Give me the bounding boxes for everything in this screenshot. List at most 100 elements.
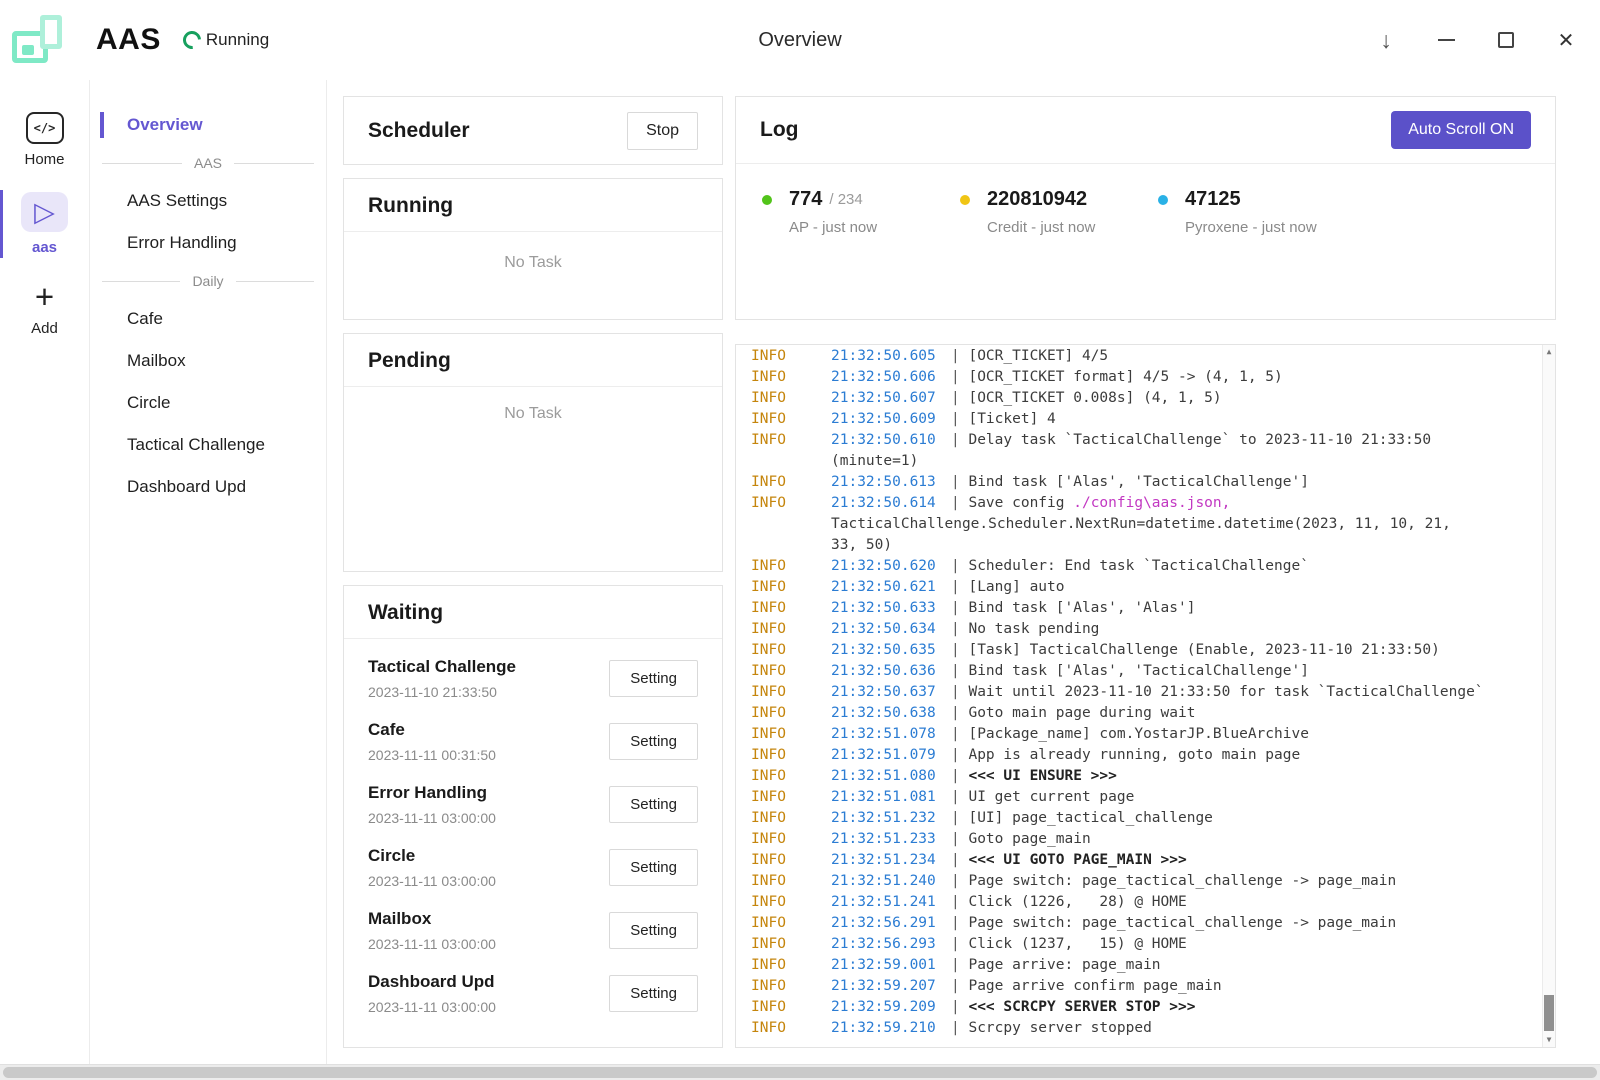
log-message: [Task] TacticalChallenge (Enable, 2023-1… bbox=[968, 642, 1439, 658]
log-level: INFO bbox=[751, 976, 831, 997]
log-level: INFO bbox=[751, 367, 831, 388]
log-scrollbar[interactable]: ▲ ▼ bbox=[1542, 345, 1555, 1047]
log-separator: | bbox=[951, 726, 968, 742]
log-level: INFO bbox=[751, 661, 831, 682]
log-scrollbar-thumb[interactable] bbox=[1544, 995, 1554, 1031]
log-separator: | bbox=[951, 705, 968, 721]
log-time: 21:32:50.636 bbox=[831, 661, 951, 682]
sidebar-item-aas-settings[interactable]: AAS Settings bbox=[90, 180, 326, 222]
stat-label: Credit - just now bbox=[987, 219, 1158, 236]
scheduler-title: Scheduler bbox=[368, 119, 470, 143]
rail-item-add[interactable]: + Add bbox=[0, 268, 89, 349]
pending-card: Pending No Task bbox=[343, 333, 723, 572]
waiting-list: Tactical Challenge 2023-11-10 21:33:50 S… bbox=[344, 639, 722, 1033]
log-separator: | bbox=[951, 390, 968, 406]
close-button[interactable]: ✕ bbox=[1554, 28, 1578, 52]
log-card: Log Auto Scroll ON 774 / 234 AP - just n… bbox=[735, 96, 1556, 320]
stat-dot bbox=[762, 195, 772, 205]
log-time: 21:32:51.240 bbox=[831, 871, 951, 892]
sidebar-item-cafe[interactable]: Cafe bbox=[90, 298, 326, 340]
log-message: Click (1226, 28) @ HOME bbox=[968, 894, 1186, 910]
waiting-task-row: Cafe 2023-11-11 00:31:50 Setting bbox=[368, 710, 698, 773]
log-separator: | bbox=[951, 978, 968, 994]
log-message: Goto main page during wait bbox=[968, 705, 1195, 721]
log-time: 21:32:51.241 bbox=[831, 892, 951, 913]
scroll-down-icon[interactable]: ▼ bbox=[1543, 1033, 1555, 1047]
auto-scroll-button[interactable]: Auto Scroll ON bbox=[1391, 111, 1531, 149]
log-time: 21:32:50.614 bbox=[831, 493, 951, 514]
pending-title: Pending bbox=[368, 349, 698, 373]
rail-item-add-label: Add bbox=[31, 320, 58, 337]
sidebar-item-dashboard-upd[interactable]: Dashboard Upd bbox=[90, 466, 326, 508]
log-separator: | bbox=[951, 663, 968, 679]
scroll-up-icon[interactable]: ▲ bbox=[1543, 345, 1555, 359]
sidebar-item-mailbox[interactable]: Mailbox bbox=[90, 340, 326, 382]
sidebar-item-circle[interactable]: Circle bbox=[90, 382, 326, 424]
waiting-task-name: Error Handling bbox=[368, 783, 496, 803]
minimize-icon bbox=[1438, 39, 1455, 41]
running-spinner-icon bbox=[179, 27, 204, 52]
waiting-task-setting-button[interactable]: Setting bbox=[609, 786, 698, 823]
content: Scheduler Stop Running No Task Pending N… bbox=[327, 80, 1600, 1064]
log-level: INFO bbox=[751, 808, 831, 829]
log-line: INFO21:32:51.078| [Package_name] com.Yos… bbox=[751, 724, 1525, 745]
minimize-button[interactable] bbox=[1434, 28, 1458, 52]
log-time: 21:32:50.605 bbox=[831, 346, 951, 367]
stat-value: 220810942 bbox=[987, 188, 1087, 211]
log-separator: | bbox=[951, 873, 968, 889]
stat-label: AP - just now bbox=[789, 219, 960, 236]
log-message: [OCR_TICKET] 4/5 bbox=[968, 348, 1108, 364]
waiting-task-setting-button[interactable]: Setting bbox=[609, 975, 698, 1012]
log-separator: | bbox=[951, 684, 968, 700]
log-time: 21:32:50.635 bbox=[831, 640, 951, 661]
log-line: INFO21:32:51.081| UI get current page bbox=[751, 787, 1525, 808]
running-empty-text: No Task bbox=[344, 232, 722, 272]
waiting-task-setting-button[interactable]: Setting bbox=[609, 723, 698, 760]
log-message: Page arrive confirm page_main bbox=[968, 978, 1221, 994]
waiting-task-name: Mailbox bbox=[368, 909, 496, 929]
log-time: 21:32:51.232 bbox=[831, 808, 951, 829]
log-separator: | bbox=[951, 600, 968, 616]
log-message: [UI] page_tactical_challenge bbox=[968, 810, 1212, 826]
log-stats: 774 / 234 AP - just now 220810942 Credit… bbox=[736, 164, 1555, 236]
rail-item-aas-label: aas bbox=[32, 239, 57, 256]
waiting-task-setting-button[interactable]: Setting bbox=[609, 849, 698, 886]
log-time: 21:32:50.633 bbox=[831, 598, 951, 619]
sidebar-item-label: Mailbox bbox=[127, 351, 186, 370]
log-separator: | bbox=[951, 831, 968, 847]
sidebar-item-overview[interactable]: Overview bbox=[90, 104, 326, 146]
log-level: INFO bbox=[751, 472, 831, 493]
sidebar-item-error-handling[interactable]: Error Handling bbox=[90, 222, 326, 264]
nav-rail: </> Home ▷ aas + Add bbox=[0, 80, 90, 1064]
waiting-task-time: 2023-11-10 21:33:50 bbox=[368, 684, 516, 700]
log-time: 21:32:56.291 bbox=[831, 913, 951, 934]
log-title: Log bbox=[760, 118, 798, 142]
waiting-task-row: Error Handling 2023-11-11 03:00:00 Setti… bbox=[368, 773, 698, 836]
log-level: INFO bbox=[751, 346, 831, 367]
window-controls: ↓ ✕ bbox=[1374, 0, 1578, 80]
scheduler-stop-button[interactable]: Stop bbox=[627, 112, 698, 150]
waiting-task-time: 2023-11-11 00:31:50 bbox=[368, 747, 496, 763]
waiting-task-row: Dashboard Upd 2023-11-11 03:00:00 Settin… bbox=[368, 962, 698, 1025]
log-level: INFO bbox=[751, 892, 831, 913]
log-separator: | bbox=[951, 747, 968, 763]
log-time: 21:32:50.638 bbox=[831, 703, 951, 724]
rail-item-aas[interactable]: ▷ aas bbox=[0, 180, 89, 268]
waiting-task-setting-button[interactable]: Setting bbox=[609, 912, 698, 949]
log-separator: | bbox=[951, 957, 968, 973]
rail-item-home[interactable]: </> Home bbox=[0, 100, 89, 180]
log-time: 21:32:50.609 bbox=[831, 409, 951, 430]
log-message: <<< UI ENSURE >>> bbox=[968, 768, 1116, 784]
log-separator: | bbox=[951, 432, 968, 448]
log-line: INFO21:32:56.293| Click (1237, 15) @ HOM… bbox=[751, 934, 1525, 955]
code-icon: </> bbox=[26, 112, 64, 144]
horizontal-scrollbar[interactable] bbox=[0, 1064, 1600, 1080]
sidebar-section-divider: Daily bbox=[102, 273, 314, 289]
log-time: 21:32:50.637 bbox=[831, 682, 951, 703]
maximize-button[interactable] bbox=[1494, 28, 1518, 52]
waiting-task-setting-button[interactable]: Setting bbox=[609, 660, 698, 697]
download-button[interactable]: ↓ bbox=[1374, 28, 1398, 52]
horizontal-scrollbar-thumb[interactable] bbox=[3, 1067, 1597, 1078]
log-line: INFO21:32:51.080| <<< UI ENSURE >>> bbox=[751, 766, 1525, 787]
sidebar-item-tactical-challenge[interactable]: Tactical Challenge bbox=[90, 424, 326, 466]
